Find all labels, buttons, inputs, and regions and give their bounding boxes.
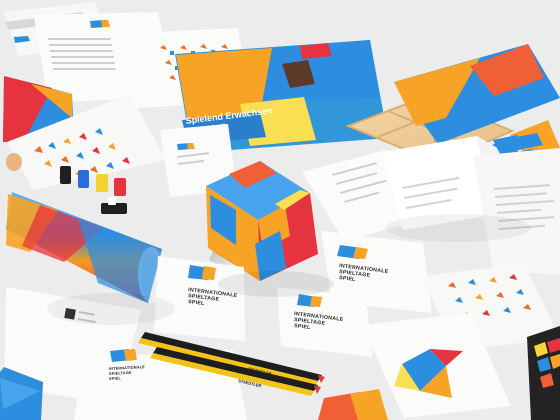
corner-cube bbox=[527, 326, 560, 420]
scene-canvas: Spielend Erwachsen für 2017 bbox=[0, 0, 560, 420]
brand-line-3-letterhead: SPIEL bbox=[109, 376, 122, 381]
business-card-top-right-of-cube: INTERNATIONALE SPIELTAGE SPIEL bbox=[321, 231, 432, 313]
business-card-center-left: INTERNATIONALE SPIELTAGE SPIEL bbox=[154, 256, 245, 341]
branding-flatlay-scene: Spielend Erwachsen für 2017 bbox=[0, 0, 560, 420]
